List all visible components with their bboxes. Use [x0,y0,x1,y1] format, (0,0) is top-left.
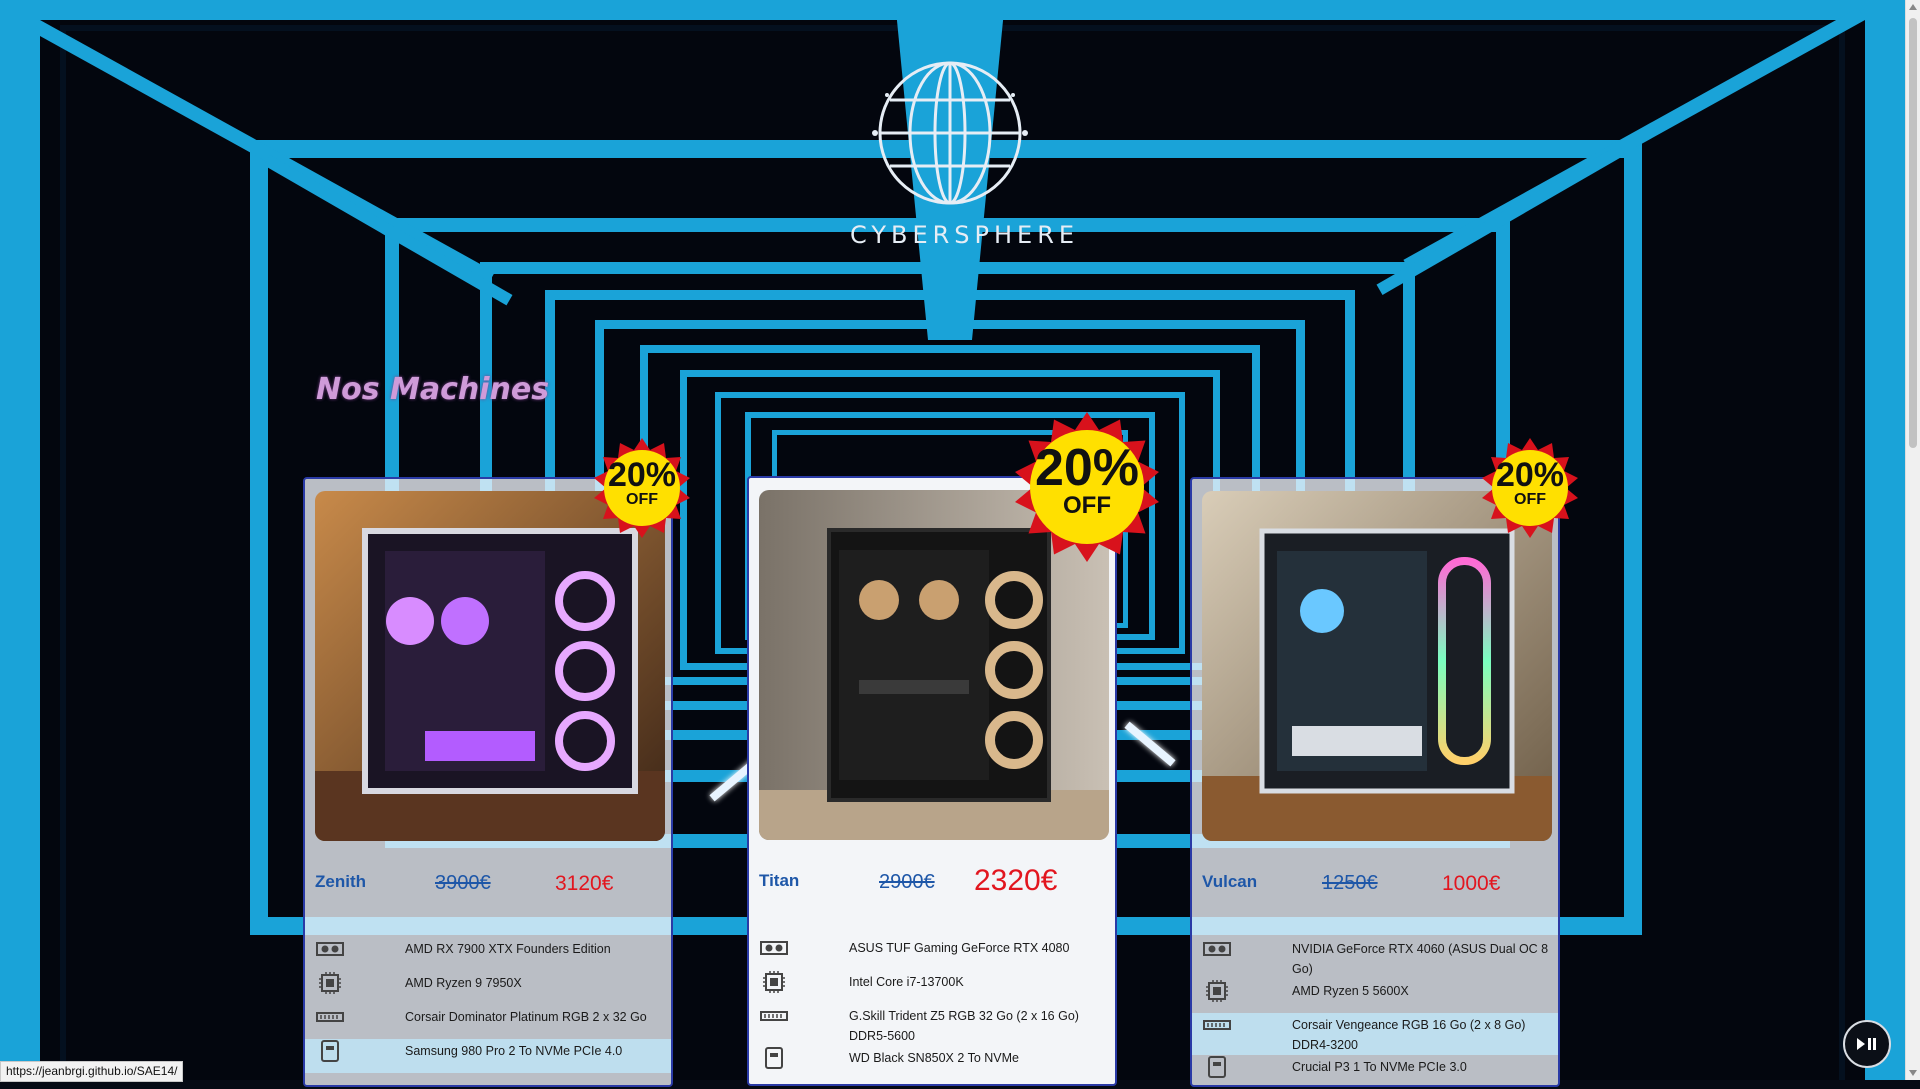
spec-list: AMD RX 7900 XTX Founders Edition AMD Ryz… [305,937,671,1073]
spec-row-storage: Samsung 980 Pro 2 To NVMe PCIe 4.0 [305,1039,671,1073]
spec-row-cpu: AMD Ryzen 9 7950X [305,971,671,1005]
play-pause-icon [1857,1038,1876,1050]
spec-row-ram: G.Skill Trident Z5 RGB 32 Go (2 x 16 Go)… [749,1004,1115,1046]
spec-row-ram: Corsair Dominator Platinum RGB 2 x 32 Go [305,1005,671,1039]
spec-text: Samsung 980 Pro 2 To NVMe PCIe 4.0 [405,1044,623,1058]
spec-text: WD Black SN850X 2 To NVMe [849,1051,1019,1065]
new-price: 2320€ [974,864,1058,897]
discount-badge: 20% OFF [1012,412,1162,562]
spec-text: Corsair Dominator Platinum RGB 2 x 32 Go [405,1010,647,1024]
spec-text: Corsair Vengeance RGB 16 Go (2 x 8 Go) D… [1292,1018,1526,1052]
spec-text: AMD RX 7900 XTX Founders Edition [405,942,611,956]
ssd-icon [759,1046,789,1070]
section-title: Nos Machines [316,372,550,407]
ssd-icon [315,1039,345,1063]
scroll-down-icon[interactable] [1909,1070,1917,1076]
spec-row-cpu: AMD Ryzen 5 5600X [1192,979,1558,1013]
gpu-icon [315,937,345,961]
brand-logo[interactable]: CYBERSPHERE [850,55,1074,249]
old-price: 3900€ [435,872,491,894]
spec-text: AMD Ryzen 9 7950X [405,976,522,990]
old-price: 2900€ [879,871,935,893]
old-price: 1250€ [1322,872,1378,894]
spec-text: Crucial P3 1 To NVMe PCIe 3.0 [1292,1060,1467,1074]
new-price: 1000€ [1442,872,1501,895]
play-pause-button[interactable] [1843,1020,1891,1068]
spec-list: ASUS TUF Gaming GeForce RTX 4080 Intel C… [749,936,1115,1080]
gpu-icon [759,936,789,960]
badge-label: OFF [1514,491,1546,508]
spec-row-storage: WD Black SN850X 2 To NVMe [749,1046,1115,1080]
spec-row-storage: Crucial P3 1 To NVMe PCIe 3.0 [1192,1055,1558,1089]
spec-list: NVIDIA GeForce RTX 4060 (ASUS Dual OC 8 … [1192,937,1558,1089]
spec-row-gpu: NVIDIA GeForce RTX 4060 (ASUS Dual OC 8 … [1192,937,1558,979]
spec-row-ram: Corsair Vengeance RGB 16 Go (2 x 8 Go) D… [1192,1013,1558,1055]
discount-badge: 20% OFF [592,438,692,538]
scroll-thumb[interactable] [1909,18,1917,448]
vertical-scrollbar[interactable] [1905,0,1920,1080]
product-name: Vulcan [1202,872,1258,891]
product-name: Titan [759,871,800,890]
cpu-icon [759,970,789,994]
product-card-vulcan[interactable]: Vulcan 1250€ 1000€ NVIDIA GeForce RTX 40… [1190,477,1560,1087]
spec-text: NVIDIA GeForce RTX 4060 (ASUS Dual OC 8 … [1292,942,1549,976]
new-price: 3120€ [555,872,614,895]
ram-icon [759,1004,789,1028]
ssd-icon [1202,1055,1232,1079]
product-image[interactable] [315,491,665,841]
product-card-titan[interactable]: Titan 2900€ 2320€ ASUS TUF Gaming GeForc… [747,476,1117,1086]
product-name: Zenith [315,872,366,891]
badge-label: OFF [626,491,658,508]
product-card-zenith[interactable]: Zenith 3900€ 3120€ AMD RX 7900 XTX Found… [303,477,673,1087]
badge-percent: 20% [1495,456,1565,494]
globe-icon [872,61,1028,205]
ram-icon [315,1005,345,1029]
badge-percent: 20% [607,456,677,494]
spec-text: AMD Ryzen 5 5600X [1292,984,1409,998]
spec-text: Intel Core i7-13700K [849,975,964,989]
cpu-icon [315,971,345,995]
status-bar-url: https://jeanbrgi.github.io/SAE14/ [0,1061,184,1082]
spec-row-gpu: ASUS TUF Gaming GeForce RTX 4080 [749,936,1115,970]
cpu-icon [1202,979,1232,1003]
badge-percent: 20% [1034,439,1140,497]
gpu-icon [1202,937,1232,961]
spec-text: G.Skill Trident Z5 RGB 32 Go (2 x 16 Go)… [849,1009,1079,1043]
product-image[interactable] [1202,491,1552,841]
scroll-up-icon[interactable] [1909,4,1917,10]
badge-label: OFF [1063,492,1111,519]
ram-icon [1202,1013,1232,1037]
spec-text: ASUS TUF Gaming GeForce RTX 4080 [849,941,1070,955]
spec-row-gpu: AMD RX 7900 XTX Founders Edition [305,937,671,971]
discount-badge: 20% OFF [1480,438,1580,538]
spec-row-cpu: Intel Core i7-13700K [749,970,1115,1004]
brand-name: CYBERSPHERE [850,221,1080,249]
